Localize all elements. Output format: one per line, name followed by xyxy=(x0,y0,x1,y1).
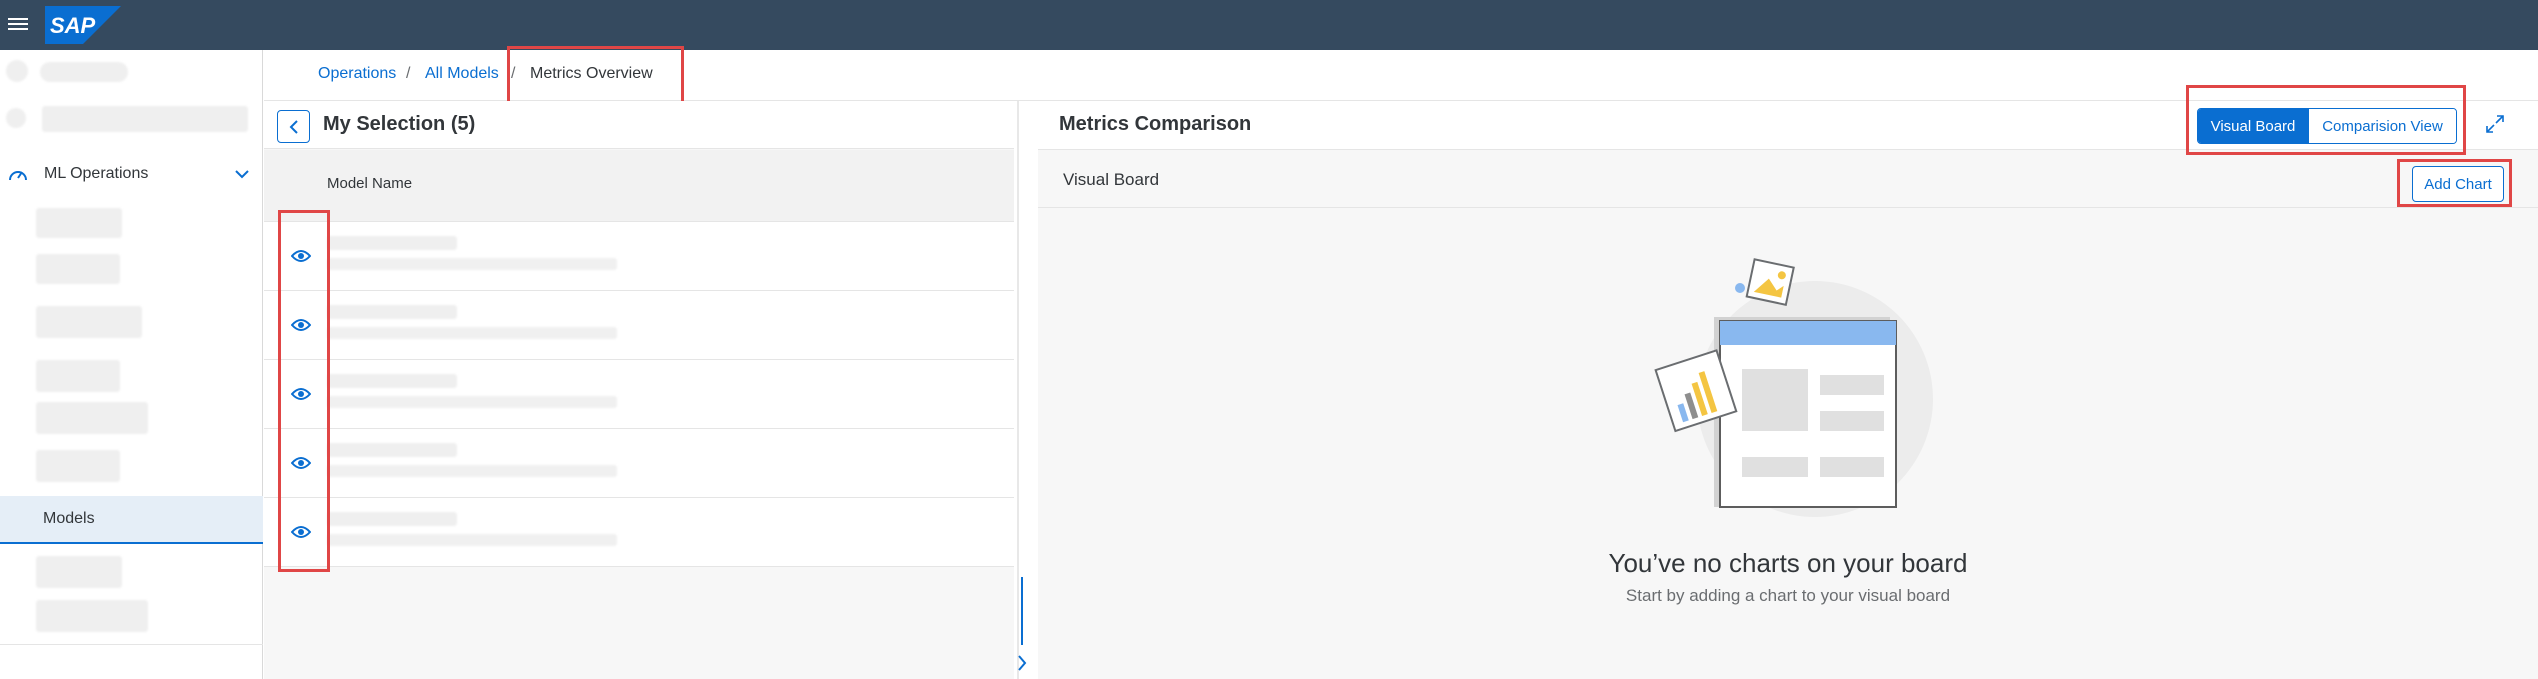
breadcrumb-separator: / xyxy=(511,65,516,82)
nav-subitem-placeholder[interactable] xyxy=(36,556,122,588)
empty-board-illustration xyxy=(1654,258,1933,517)
side-navigation: ML Operations Models xyxy=(0,50,263,679)
board-toolbar: Visual Board xyxy=(1038,150,2538,208)
table-row[interactable] xyxy=(264,222,1014,291)
chevron-down-icon[interactable] xyxy=(234,166,250,182)
model-name-placeholder xyxy=(327,236,457,250)
chevron-left-icon xyxy=(289,119,298,134)
empty-state-title: You’ve no charts on your board xyxy=(1608,548,1968,578)
selection-title: My Selection (5) xyxy=(323,113,476,135)
comparison-title: Metrics Comparison xyxy=(1059,113,1252,135)
selection-panel: My Selection (5) Model Name xyxy=(264,101,1014,679)
empty-state-subtitle: Start by adding a chart to your visual b… xyxy=(1625,586,1951,605)
eye-icon[interactable] xyxy=(291,249,311,263)
nav-subitem-placeholder[interactable] xyxy=(36,450,120,482)
segment-visual-board[interactable]: Visual Board xyxy=(2198,109,2308,143)
table-row[interactable] xyxy=(264,498,1014,567)
eye-icon[interactable] xyxy=(291,525,311,539)
eye-icon[interactable] xyxy=(291,318,311,332)
table-row[interactable] xyxy=(264,291,1014,360)
nav-divider xyxy=(0,644,263,645)
panel-divider xyxy=(1017,101,1019,679)
column-header-model-name: Model Name xyxy=(327,175,413,192)
model-id-placeholder xyxy=(327,465,617,477)
model-name-placeholder xyxy=(327,443,457,457)
search-placeholder[interactable] xyxy=(42,106,248,132)
user-name-placeholder xyxy=(40,62,128,82)
table-row[interactable] xyxy=(264,360,1014,429)
comparison-header: Metrics Comparison Visual Board Comparis… xyxy=(1038,101,2538,150)
model-id-placeholder xyxy=(327,534,617,546)
splitter-handle[interactable] xyxy=(1021,577,1023,645)
breadcrumb-current: Metrics Overview xyxy=(530,65,653,82)
table-header: Model Name xyxy=(264,150,1014,222)
sap-logo-text: SAP xyxy=(50,13,96,38)
avatar xyxy=(6,60,28,82)
model-id-placeholder xyxy=(327,258,617,270)
gauge-icon xyxy=(9,171,27,181)
nav-subitem-placeholder[interactable] xyxy=(36,402,148,434)
model-name-placeholder xyxy=(327,512,457,526)
eye-icon[interactable] xyxy=(291,456,311,470)
nav-subitem-placeholder[interactable] xyxy=(36,360,120,392)
fullscreen-icon[interactable] xyxy=(2485,114,2505,134)
add-chart-button[interactable]: Add Chart xyxy=(2412,166,2504,202)
breadcrumb: Operations / All Models / Metrics Overvi… xyxy=(264,50,2538,101)
model-name-placeholder xyxy=(327,374,457,388)
eye-icon[interactable] xyxy=(291,387,311,401)
nav-item-models[interactable]: Models xyxy=(0,496,263,544)
chevron-right-icon[interactable] xyxy=(1015,654,1029,672)
hamburger-menu-icon[interactable] xyxy=(8,15,28,33)
breadcrumb-link-all-models[interactable]: All Models xyxy=(425,65,499,83)
nav-subitem-placeholder[interactable] xyxy=(36,254,120,284)
selection-header: My Selection (5) xyxy=(264,101,1014,149)
breadcrumb-link-operations[interactable]: Operations xyxy=(318,65,396,83)
nav-item-label: ML Operations xyxy=(44,165,149,182)
board-toolbar-label: Visual Board xyxy=(1063,170,1160,189)
segment-comparison-view[interactable]: Comparision View xyxy=(2308,109,2456,143)
comparison-panel: Metrics Comparison Visual Board Comparis… xyxy=(1038,101,2538,679)
shell-bar: SAP xyxy=(0,0,2538,50)
nav-item-ml-operations[interactable]: ML Operations xyxy=(0,150,263,198)
breadcrumb-separator: / xyxy=(406,65,411,82)
sap-logo[interactable]: SAP xyxy=(45,6,121,44)
nav-item-label: Models xyxy=(43,510,95,527)
nav-item-placeholder[interactable] xyxy=(6,108,26,128)
model-name-placeholder xyxy=(327,305,457,319)
model-id-placeholder xyxy=(327,327,617,339)
view-segmented-button: Visual Board Comparision View xyxy=(2197,108,2457,144)
model-id-placeholder xyxy=(327,396,617,408)
table-row[interactable] xyxy=(264,429,1014,498)
back-button[interactable] xyxy=(277,110,310,143)
nav-subitem-placeholder[interactable] xyxy=(36,600,148,632)
nav-subitem-placeholder[interactable] xyxy=(36,306,142,338)
nav-subitem-placeholder[interactable] xyxy=(36,208,122,238)
